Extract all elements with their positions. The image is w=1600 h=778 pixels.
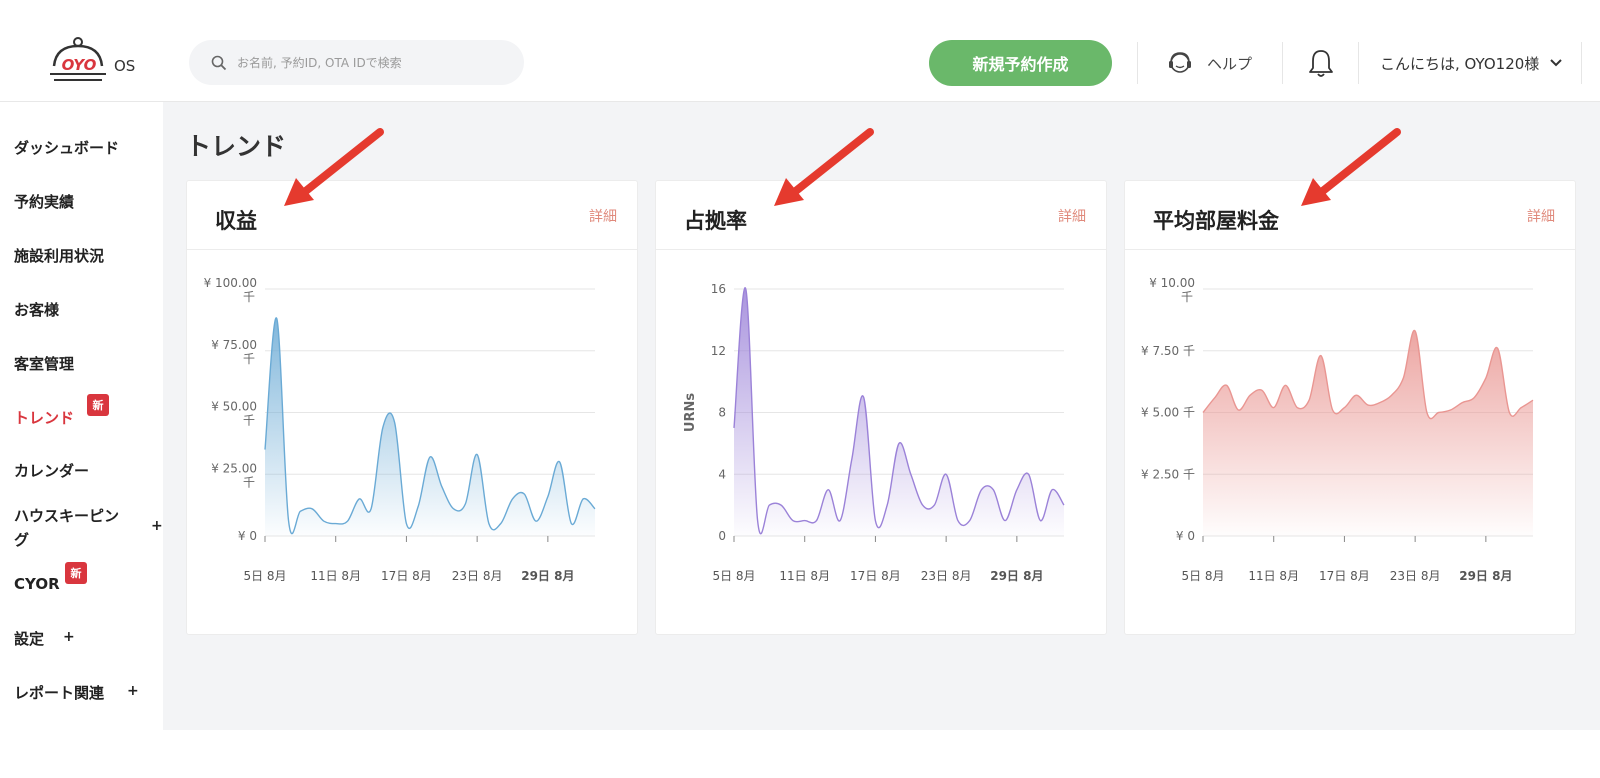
expand-plus-icon[interactable]: +: [63, 629, 75, 645]
y-tick-label: ¥ 100.00: [204, 276, 257, 290]
series-area: [734, 287, 1064, 536]
sidebar-item-housekeeping-line2[interactable]: グ: [14, 529, 29, 550]
sidebar-item-cyor[interactable]: CYOR: [14, 575, 60, 593]
sidebar-item-settings[interactable]: 設定: [14, 628, 44, 649]
revenue-chart: ¥ 0¥ 25.00千¥ 50.00千¥ 75.00千¥ 100.00千5日 8…: [204, 276, 596, 583]
y-tick-label: ¥ 25.00: [211, 461, 257, 475]
y-tick-label: ¥ 10.00: [1149, 276, 1195, 290]
divider: [1137, 42, 1138, 84]
page-title: トレンド: [186, 132, 287, 161]
sidebar-item-booking-results[interactable]: 予約実績: [14, 191, 74, 212]
x-tick-label: 17日 8月: [850, 569, 901, 583]
y-tick-label: 千: [243, 475, 255, 489]
card-header: 収益 詳細: [187, 181, 637, 250]
logo-oyo-text: OYO: [62, 56, 97, 74]
x-tick-label: 23日 8月: [1390, 569, 1441, 583]
x-tick-label: 5日 8月: [243, 569, 286, 583]
y-tick-label: ¥ 2.50 千: [1141, 467, 1195, 481]
help-label: ヘルプ: [1207, 54, 1253, 73]
search-input[interactable]: [237, 55, 507, 70]
new-badge: 新: [65, 562, 87, 584]
x-tick-label: 29日 8月: [1459, 569, 1512, 583]
x-tick-label: 11日 8月: [1248, 569, 1299, 583]
occupancy-chart: 0 4 8 12 16 URNs 5日 8月 11日 8月 17日 8月 23日 8月 29日 8月: [683, 282, 1065, 583]
new-badge: 新: [87, 394, 109, 416]
annotation-arrow: [774, 128, 874, 206]
support-agent-icon: [1169, 52, 1191, 73]
top-header: OYO OS 新規予約作成 ヘルプ こんにちは, OYO120様: [0, 0, 1600, 102]
card-title: 収益: [215, 209, 257, 233]
sidebar-item-trends[interactable]: トレンド: [14, 407, 74, 428]
help-link[interactable]: ヘルプ: [1167, 48, 1252, 78]
y-tick-label: ¥ 0: [238, 529, 257, 543]
y-tick-label: ¥ 7.50 千: [1141, 344, 1195, 358]
x-tick-label: 17日 8月: [381, 569, 432, 583]
sidebar-item-room-management[interactable]: 客室管理: [14, 353, 74, 374]
sidebar-item-facility-usage[interactable]: 施設利用状況: [14, 245, 104, 266]
oyo-os-logo[interactable]: OYO OS: [48, 36, 148, 88]
y-tick-label: 千: [243, 414, 255, 428]
y-tick-label: 12: [711, 344, 726, 358]
user-greeting: こんにちは, OYO120様: [1380, 54, 1540, 73]
annotation-arrow: [1301, 128, 1401, 206]
average-room-rate-card: 平均部屋料金 詳細 ¥ 0 ¥ 2.50 千 ¥ 5.00 千 ¥ 7.50 千 ¥ 1…: [1124, 180, 1576, 635]
divider: [1581, 42, 1582, 84]
search-bar[interactable]: [189, 40, 524, 85]
x-tick-label: 23日 8月: [921, 569, 972, 583]
x-tick-label: 11日 8月: [310, 569, 361, 583]
bell-icon[interactable]: [1308, 48, 1334, 78]
card-title: 平均部屋料金: [1153, 209, 1279, 233]
y-tick-label: 8: [718, 406, 726, 420]
x-tick-label: 29日 8月: [521, 569, 574, 583]
detail-link[interactable]: 詳細: [589, 206, 617, 226]
new-booking-button[interactable]: 新規予約作成: [929, 40, 1112, 86]
y-tick-label: 16: [711, 282, 726, 296]
expand-plus-icon[interactable]: +: [151, 518, 163, 534]
sidebar-item-dashboard[interactable]: ダッシュボード: [14, 137, 119, 158]
y-tick-label: 4: [718, 467, 726, 481]
x-tick-label: 5日 8月: [712, 569, 755, 583]
annotation-arrow: [284, 128, 384, 206]
y-tick-label: 千: [243, 352, 255, 366]
divider: [1358, 42, 1359, 84]
x-tick-label: 11日 8月: [779, 569, 830, 583]
x-tick-label: 29日 8月: [990, 569, 1043, 583]
x-tick-label: 23日 8月: [452, 569, 503, 583]
average-room-rate-chart: ¥ 0 ¥ 2.50 千 ¥ 5.00 千 ¥ 7.50 千 ¥ 10.00千 5日 8月…: [1141, 276, 1534, 583]
y-tick-label: ¥ 50.00: [211, 400, 257, 414]
y-tick-label: 千: [243, 290, 255, 304]
card-header: 占拠率 詳細: [656, 181, 1106, 250]
revenue-card: 収益 詳細 ¥ 0 ¥ 25.00 千 ¥ 50.00 千 ¥ 75.00 千 ¥ 100.0…: [186, 180, 638, 635]
y-tick-label: 千: [1181, 290, 1193, 304]
card-title: 占拠率: [684, 209, 747, 233]
sidebar-item-reports[interactable]: レポート関連: [14, 682, 104, 703]
series-area: [1203, 330, 1533, 536]
expand-plus-icon[interactable]: +: [127, 683, 139, 699]
sidebar-item-calendar[interactable]: カレンダー: [14, 460, 89, 481]
y-tick-label: 0: [718, 529, 726, 543]
y-tick-label: ¥ 5.00 千: [1141, 406, 1195, 420]
occupancy-card: 占拠率 詳細 0 4 8 12 16 URNs 5日 8月 11日 8月 17日 8月 23日 8…: [655, 180, 1107, 635]
detail-link[interactable]: 詳細: [1527, 206, 1555, 226]
divider: [1282, 42, 1283, 84]
x-tick-label: 17日 8月: [1319, 569, 1370, 583]
sidebar: ダッシュボード 予約実績 施設利用状況 お客様 客室管理 トレンド 新 カレンダ…: [0, 102, 163, 730]
y-axis-title: URNs: [683, 393, 698, 432]
detail-link[interactable]: 詳細: [1058, 206, 1086, 226]
user-menu[interactable]: こんにちは, OYO120様: [1380, 48, 1563, 78]
sidebar-item-guests[interactable]: お客様: [14, 299, 59, 320]
logo-os-text: OS: [114, 57, 135, 75]
chevron-down-icon: [1550, 59, 1563, 67]
y-tick-label: ¥ 0: [1176, 529, 1195, 543]
search-icon: [211, 55, 227, 70]
y-tick-label: ¥ 75.00: [211, 338, 257, 352]
sidebar-item-housekeeping[interactable]: ハウスキーピン: [14, 505, 119, 526]
x-tick-label: 5日 8月: [1181, 569, 1224, 583]
